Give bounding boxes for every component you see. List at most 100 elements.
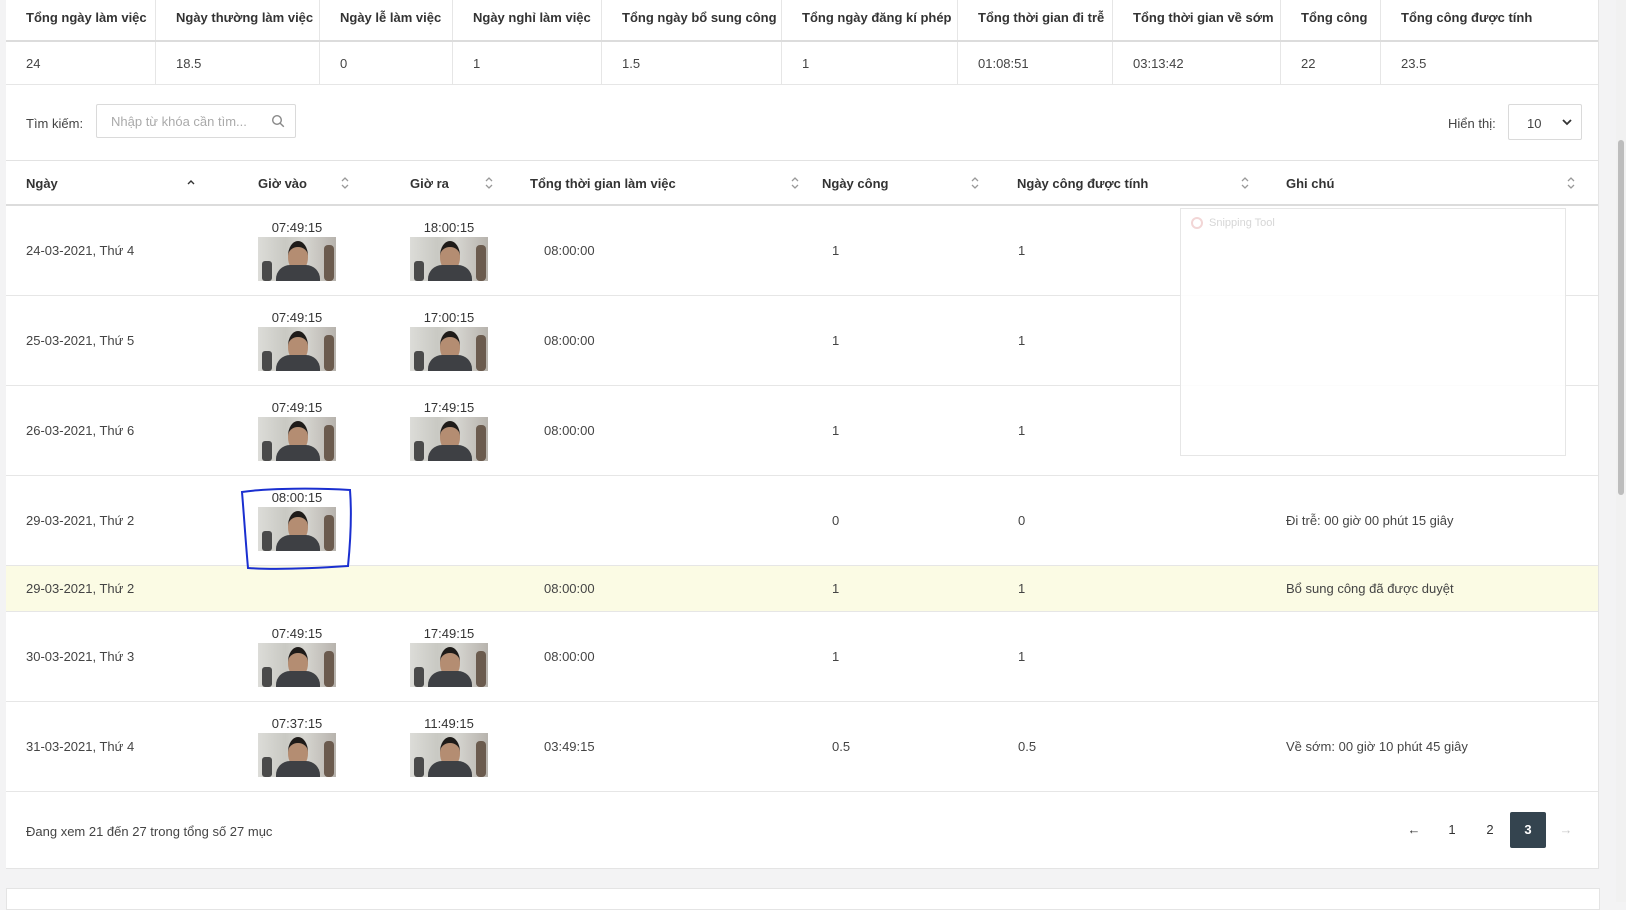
- pagination-prev[interactable]: ←: [1396, 812, 1432, 848]
- check-out-photo[interactable]: [410, 327, 488, 371]
- summary-value: 01:08:51: [958, 42, 1113, 84]
- check-out-photo[interactable]: [410, 417, 488, 461]
- column-header-check-in[interactable]: Giờ vào: [258, 176, 307, 191]
- check-out-cell: 17:00:15: [410, 309, 488, 371]
- check-in-cell: 07:49:15: [258, 219, 336, 281]
- search-icon[interactable]: [271, 114, 285, 128]
- pagination-page-1[interactable]: 1: [1434, 812, 1470, 848]
- search-label: Tìm kiếm:: [26, 116, 84, 131]
- check-in-photo[interactable]: [258, 327, 336, 371]
- check-in-time: 08:00:15: [271, 490, 323, 505]
- row-counted-workday: 1: [1018, 649, 1026, 664]
- sort-asc-icon[interactable]: [186, 175, 196, 191]
- row-workday: 1: [832, 243, 840, 258]
- sort-icon[interactable]: [790, 175, 800, 191]
- check-out-time: 17:00:15: [423, 310, 475, 325]
- snipping-tool-overlay: Snipping Tool: [1180, 208, 1566, 456]
- check-in-time: 07:49:15: [271, 220, 323, 235]
- check-in-cell: 07:49:15: [258, 625, 336, 687]
- check-in-photo[interactable]: [258, 417, 336, 461]
- sort-icon[interactable]: [1240, 175, 1250, 191]
- summary-value: 03:13:42: [1113, 42, 1281, 84]
- table-row: 29-03-2021, Thứ 2 08:00:15 0 0 Đi trễ: 0…: [6, 476, 1598, 566]
- check-out-photo[interactable]: [410, 733, 488, 777]
- column-header-workday[interactable]: Ngày công: [822, 176, 888, 191]
- row-total-time: 03:49:15: [544, 739, 595, 754]
- row-workday: 1: [832, 649, 840, 664]
- next-card: [6, 888, 1600, 910]
- check-out-cell: 17:49:15: [410, 399, 488, 461]
- summary-header: Tổng thời gian đi trễ: [958, 0, 1113, 40]
- sort-icon[interactable]: [970, 175, 980, 191]
- check-in-time: 07:49:15: [271, 400, 323, 415]
- vertical-scrollbar[interactable]: [1616, 0, 1626, 902]
- page-size-select[interactable]: 10: [1508, 104, 1582, 140]
- row-counted-workday: 1: [1018, 333, 1026, 348]
- summary-header: Tổng ngày làm việc: [6, 0, 156, 40]
- summary-value-row: 24 18.5 0 1 1.5 1 01:08:51 03:13:42 22 2…: [6, 42, 1598, 85]
- snipping-tool-label: Snipping Tool: [1209, 217, 1275, 229]
- row-counted-workday: 1: [1018, 581, 1026, 596]
- scrollbar-thumb[interactable]: [1618, 140, 1624, 495]
- row-date: 25-03-2021, Thứ 5: [26, 333, 135, 348]
- summary-value: 1: [782, 42, 958, 84]
- check-in-cell: 07:37:15: [258, 715, 336, 777]
- check-out-photo[interactable]: [410, 643, 488, 687]
- summary-value: 18.5: [156, 42, 320, 84]
- check-out-time: 17:49:15: [423, 626, 475, 641]
- column-header-check-out[interactable]: Giờ ra: [410, 176, 449, 191]
- check-out-cell: 11:49:15: [410, 715, 488, 777]
- row-note: Bổ sung công đã được duyệt: [1286, 581, 1454, 596]
- summary-header: Tổng ngày đăng kí phép: [782, 0, 958, 40]
- row-total-time: 08:00:00: [544, 243, 595, 258]
- row-workday: 1: [832, 581, 840, 596]
- column-header-date[interactable]: Ngày: [26, 176, 58, 191]
- summary-header: Ngày thường làm việc: [156, 0, 320, 40]
- search-box[interactable]: [96, 104, 296, 138]
- row-counted-workday: 1: [1018, 423, 1026, 438]
- row-note: Đi trễ: 00 giờ 00 phút 15 giây: [1286, 513, 1454, 528]
- snipping-tool-icon: [1191, 217, 1203, 229]
- check-in-photo[interactable]: [258, 237, 336, 281]
- sort-icon[interactable]: [484, 175, 494, 191]
- sort-icon[interactable]: [1566, 175, 1576, 191]
- display-label: Hiển thị:: [1448, 116, 1496, 131]
- pagination-next[interactable]: →: [1548, 812, 1584, 848]
- row-total-time: 08:00:00: [544, 333, 595, 348]
- table-toolbar: Tìm kiếm: Hiển thị: 10: [6, 84, 1598, 160]
- check-in-photo[interactable]: [258, 507, 336, 551]
- page-size-value: 10: [1527, 116, 1542, 131]
- check-out-photo[interactable]: [410, 237, 488, 281]
- summary-value: 0: [320, 42, 453, 84]
- pagination-page-3[interactable]: 3: [1510, 812, 1546, 848]
- check-out-cell: 18:00:15: [410, 219, 488, 281]
- check-out-time: 17:49:15: [423, 400, 475, 415]
- check-in-photo[interactable]: [258, 643, 336, 687]
- check-out-cell: 17:49:15: [410, 625, 488, 687]
- row-total-time: 08:00:00: [544, 581, 595, 596]
- row-workday: 0: [832, 513, 840, 528]
- search-input[interactable]: [109, 113, 263, 130]
- pagination-page-2[interactable]: 2: [1472, 812, 1508, 848]
- row-total-time: 08:00:00: [544, 423, 595, 438]
- row-total-time: 08:00:00: [544, 649, 595, 664]
- check-in-photo[interactable]: [258, 733, 336, 777]
- table-row: 29-03-2021, Thứ 2 08:00:00 1 1 Bổ sung c…: [6, 566, 1598, 612]
- column-header-total-time[interactable]: Tổng thời gian làm việc: [530, 176, 676, 191]
- sort-icon[interactable]: [340, 175, 350, 191]
- summary-value: 23.5: [1401, 55, 1427, 71]
- check-in-time: 07:49:15: [271, 626, 323, 641]
- column-header-counted-workday[interactable]: Ngày công được tính: [1017, 176, 1148, 191]
- row-date: 26-03-2021, Thứ 6: [26, 423, 135, 438]
- row-date: 30-03-2021, Thứ 3: [26, 649, 135, 664]
- check-in-cell: 07:49:15: [258, 399, 336, 461]
- summary-header: Tổng công được tính: [1401, 10, 1533, 25]
- summary-header: Tổng thời gian về sớm: [1113, 0, 1281, 40]
- check-in-cell: 07:49:15: [258, 309, 336, 371]
- table-row: 31-03-2021, Thứ 4 07:37:15 11:49:15 03:4…: [6, 702, 1598, 792]
- check-out-time: 18:00:15: [423, 220, 475, 235]
- summary-header-row: Tổng ngày làm việc Ngày thường làm việc …: [6, 0, 1598, 42]
- row-workday: 1: [832, 423, 840, 438]
- column-header-note[interactable]: Ghi chú: [1286, 176, 1334, 191]
- summary-header: Ngày nghỉ làm việc: [453, 0, 602, 40]
